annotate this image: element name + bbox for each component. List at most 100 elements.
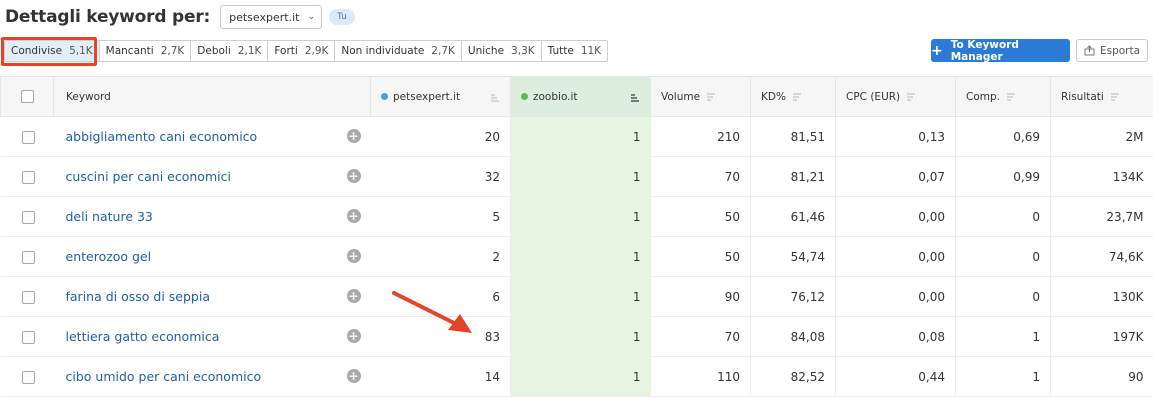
- header-keyword-label: Keyword: [66, 91, 111, 103]
- volume-cell: 50: [651, 237, 751, 277]
- comp-cell: 0,99: [956, 157, 1051, 197]
- comp-cell: 0: [956, 277, 1051, 317]
- site2-position: 1: [511, 317, 651, 357]
- add-keyword-icon[interactable]: +: [347, 129, 361, 143]
- row-checkbox[interactable]: [22, 331, 35, 344]
- export-button[interactable]: Esporta: [1076, 39, 1148, 62]
- table-row: cibo umido per cani economico+ 14 1 110 …: [1, 357, 1153, 397]
- volume-cell: 50: [651, 197, 751, 237]
- add-keyword-icon[interactable]: +: [347, 209, 361, 223]
- kd-cell: 84,08: [751, 317, 836, 357]
- site1-position: 14: [371, 357, 511, 397]
- filter-count: 2,1K: [238, 45, 262, 57]
- add-keyword-icon[interactable]: +: [347, 369, 361, 383]
- header-comp[interactable]: Comp.: [956, 77, 1051, 117]
- row-checkbox[interactable]: [22, 291, 35, 304]
- kd-cell: 81,21: [751, 157, 836, 197]
- cpc-cell: 0,07: [836, 157, 956, 197]
- row-checkbox-cell: [1, 357, 54, 397]
- kd-cell: 54,74: [751, 237, 836, 277]
- results-cell: 23,7M: [1051, 197, 1153, 237]
- volume-cell: 110: [651, 357, 751, 397]
- kd-cell: 76,12: [751, 277, 836, 317]
- filter-count: 2,7K: [161, 45, 185, 57]
- filter-unique[interactable]: Uniche 3,3K: [462, 40, 542, 62]
- filter-untapped[interactable]: Non individuate 2,7K: [335, 40, 461, 62]
- filter-all[interactable]: Tutte 11K: [542, 40, 608, 62]
- cpc-cell: 0,13: [836, 117, 956, 157]
- header-site2[interactable]: zoobio.it: [511, 77, 651, 117]
- row-checkbox[interactable]: [22, 211, 35, 224]
- results-cell: 197K: [1051, 317, 1153, 357]
- domain-select[interactable]: petsexpert.it ⌄: [220, 5, 322, 29]
- keyword-link[interactable]: lettiera gatto economica: [66, 329, 220, 344]
- header-kd[interactable]: KD%: [751, 77, 836, 117]
- site1-position: 5: [371, 197, 511, 237]
- keyword-link[interactable]: abbigliamento cani economico: [66, 129, 258, 144]
- add-keyword-icon[interactable]: +: [347, 249, 361, 263]
- site1-position: 2: [371, 237, 511, 277]
- header-cpc[interactable]: CPC (EUR): [836, 77, 956, 117]
- kd-cell: 81,51: [751, 117, 836, 157]
- to-keyword-manager-button[interactable]: + To Keyword Manager: [931, 39, 1070, 62]
- filter-label: Non individuate: [341, 45, 424, 57]
- keyword-link[interactable]: cibo umido per cani economico: [66, 369, 262, 384]
- row-checkbox[interactable]: [22, 251, 35, 264]
- site2-position: 1: [511, 157, 651, 197]
- comp-cell: 1: [956, 357, 1051, 397]
- header-volume-label: Volume: [661, 91, 700, 103]
- header-site1[interactable]: petsexpert.it: [371, 77, 511, 117]
- keyword-link[interactable]: enterozoo gel: [66, 249, 152, 264]
- sort-icon: [792, 93, 802, 101]
- results-cell: 90: [1051, 357, 1153, 397]
- results-cell: 2M: [1051, 117, 1153, 157]
- filter-weak[interactable]: Deboli 2,1K: [191, 40, 268, 62]
- filter-label: Forti: [274, 45, 297, 57]
- you-badge: Tu: [329, 9, 355, 25]
- results-cell: 130K: [1051, 277, 1153, 317]
- header-keyword[interactable]: Keyword: [54, 77, 371, 117]
- add-keyword-icon[interactable]: +: [347, 169, 361, 183]
- header-results[interactable]: Risultati: [1051, 77, 1153, 117]
- results-cell: 134K: [1051, 157, 1153, 197]
- sort-icon: [490, 94, 500, 102]
- filter-label: Deboli: [197, 45, 230, 57]
- add-keyword-icon[interactable]: +: [347, 329, 361, 343]
- filter-missing[interactable]: Mancanti 2,7K: [100, 40, 192, 62]
- header-volume[interactable]: Volume: [651, 77, 751, 117]
- keyword-cell: abbigliamento cani economico +: [54, 117, 371, 157]
- keyword-link[interactable]: deli nature 33: [66, 209, 153, 224]
- filter-strong[interactable]: Forti 2,9K: [268, 40, 335, 62]
- table-row: lettiera gatto economica+ 83 1 70 84,08 …: [1, 317, 1153, 357]
- table-header-row: Keyword petsexpert.it zoobio.it Volume K…: [1, 77, 1153, 117]
- header-bar: Dettagli keyword per: petsexpert.it ⌄ Tu: [0, 0, 1153, 34]
- filter-count: 2,7K: [431, 45, 455, 57]
- comp-cell: 0: [956, 237, 1051, 277]
- chevron-down-icon: ⌄: [307, 12, 315, 22]
- cpc-cell: 0,00: [836, 197, 956, 237]
- keyword-table: Keyword petsexpert.it zoobio.it Volume K…: [0, 76, 1153, 397]
- row-checkbox[interactable]: [22, 131, 35, 144]
- sort-icon: [906, 93, 916, 101]
- row-checkbox-cell: [1, 117, 54, 157]
- keyword-cell: farina di osso di seppia +: [54, 277, 371, 317]
- row-checkbox[interactable]: [22, 171, 35, 184]
- table-row: cuscini per cani economici+ 32 1 70 81,2…: [1, 157, 1153, 197]
- add-keyword-icon[interactable]: +: [347, 289, 361, 303]
- keyword-cell: cuscini per cani economici +: [54, 157, 371, 197]
- export-label: Esporta: [1100, 45, 1140, 57]
- filter-label: Uniche: [468, 45, 504, 57]
- header-site1-label: petsexpert.it: [393, 91, 460, 103]
- keyword-cell: enterozoo gel +: [54, 237, 371, 277]
- select-all-checkbox[interactable]: [21, 90, 34, 103]
- keyword-link[interactable]: farina di osso di seppia: [66, 289, 211, 304]
- header-comp-label: Comp.: [966, 91, 1000, 103]
- page-title: Dettagli keyword per:: [5, 7, 210, 27]
- filter-count: 2,9K: [305, 45, 329, 57]
- filter-label: Mancanti: [106, 45, 154, 57]
- volume-cell: 70: [651, 317, 751, 357]
- row-checkbox[interactable]: [22, 371, 35, 384]
- row-checkbox-cell: [1, 157, 54, 197]
- keyword-link[interactable]: cuscini per cani economici: [66, 169, 231, 184]
- site1-position: 32: [371, 157, 511, 197]
